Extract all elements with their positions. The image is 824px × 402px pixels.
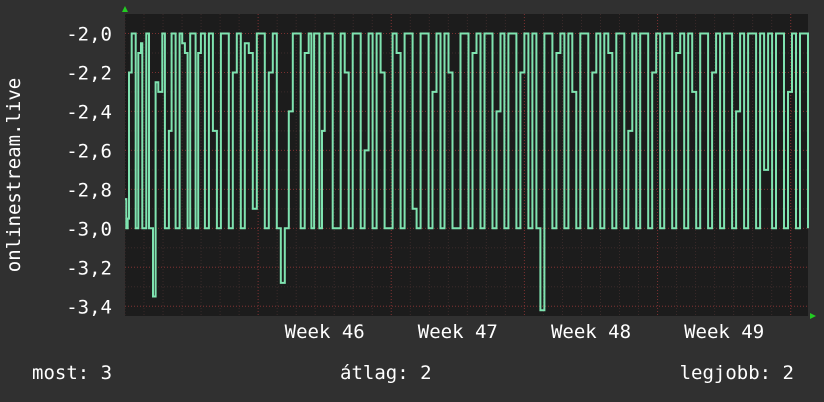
x-tick-label: Week 47 (418, 321, 498, 343)
y-tick-label: -2,4 (66, 101, 112, 123)
best-value: legjobb: 2 (679, 362, 794, 384)
current-value: most: 3 (32, 362, 113, 384)
y-tick-label: -2,6 (66, 140, 112, 162)
x-tick-labels: Week 46 Week 47 Week 48 Week 49 (285, 321, 764, 343)
y-tick-label: -2,0 (66, 23, 112, 45)
x-tick-label: Week 49 (684, 321, 764, 343)
y-axis-label: onlinestream.live (3, 78, 25, 272)
chart: -2,0 -2,2 -2,4 -2,6 -2,8 -3,0 -3,2 -3,4 Week 46… (3, 6, 816, 343)
x-axis-arrow (810, 313, 816, 319)
x-tick-label: Week 48 (551, 321, 631, 343)
y-tick-label: -3,4 (66, 296, 112, 318)
average-value: átlag: 2 (340, 362, 432, 384)
y-tick-label: -3,0 (66, 218, 112, 240)
y-tick-label: -2,8 (66, 179, 112, 201)
y-tick-labels: -2,0 -2,2 -2,4 -2,6 -2,8 -3,0 -3,2 -3,4 (66, 23, 112, 318)
y-tick-label: -3,2 (66, 257, 112, 279)
y-tick-label: -2,2 (66, 62, 112, 84)
y-axis-arrow (122, 6, 128, 12)
x-tick-label: Week 46 (285, 321, 365, 343)
plot-area (125, 14, 808, 316)
